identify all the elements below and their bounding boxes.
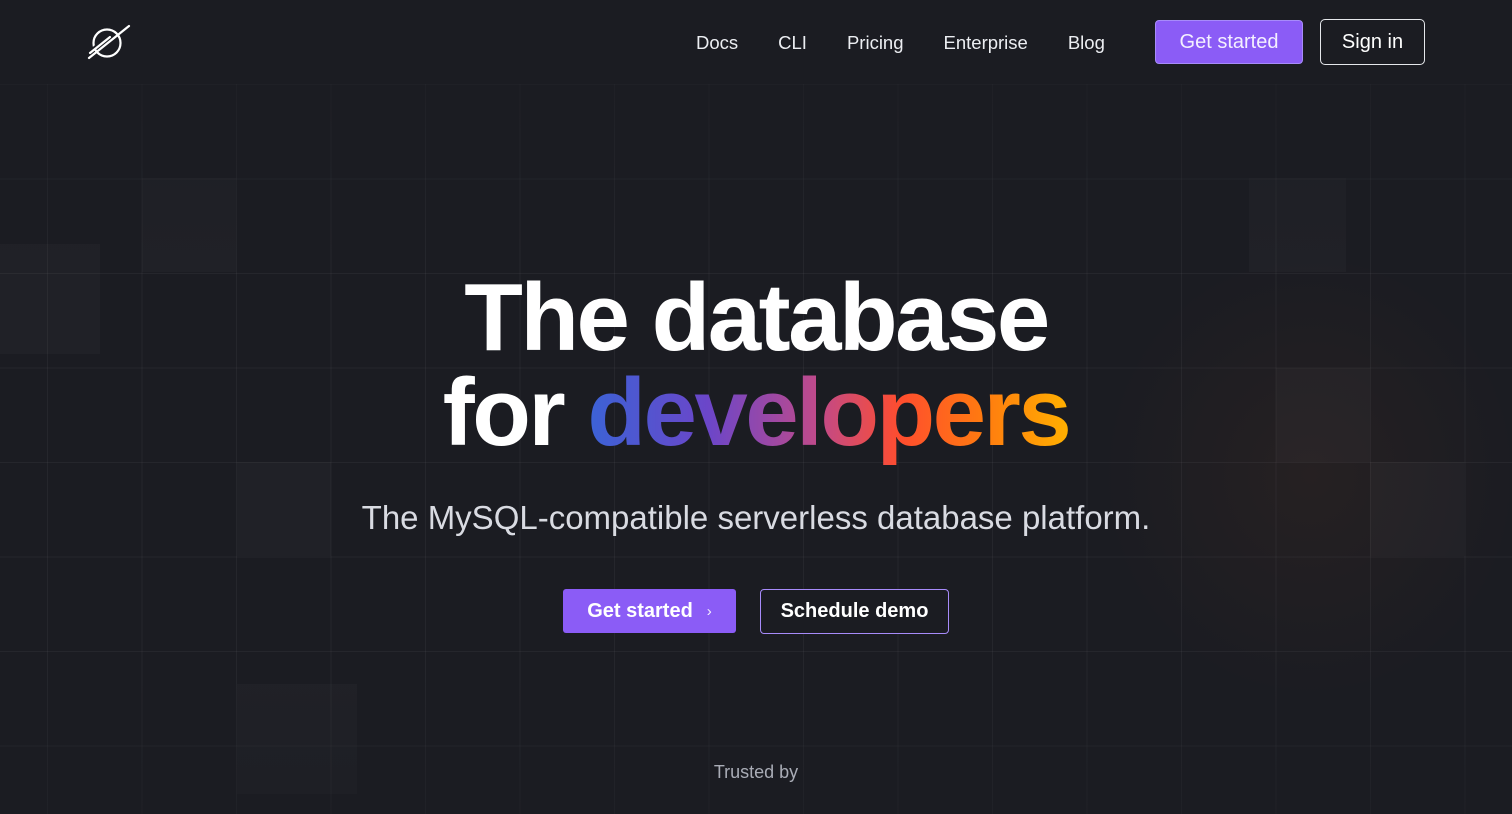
logo-icon[interactable]	[86, 24, 132, 60]
landing-page: Docs CLI Pricing Enterprise Blog Get sta…	[0, 0, 1512, 814]
nav-link-pricing[interactable]: Pricing	[827, 30, 924, 56]
trusted-by-label: Trusted by	[713, 762, 799, 782]
hero-subtitle: The MySQL-compatible serverless database…	[361, 499, 1151, 536]
hero-title-highlight: developers	[587, 359, 1071, 466]
top-navigation: Docs CLI Pricing Enterprise Blog Get sta…	[0, 0, 1512, 84]
hero-title-line-1: The database	[464, 264, 1050, 371]
nav-link-cli[interactable]: CLI	[758, 30, 827, 56]
hero-get-started-label: Get started	[587, 599, 693, 622]
nav-link-enterprise[interactable]: Enterprise	[924, 30, 1048, 56]
hero-title: The database for developers	[0, 264, 1512, 461]
schedule-demo-button[interactable]: Schedule demo	[760, 589, 949, 634]
chevron-right-icon: ›	[706, 602, 712, 620]
nav-link-docs[interactable]: Docs	[676, 30, 758, 56]
hero-title-line-2: for developers	[0, 365, 1512, 461]
nav-get-started-button[interactable]: Get started	[1155, 20, 1303, 64]
nav-link-blog[interactable]: Blog	[1048, 30, 1125, 56]
nav-links: Docs CLI Pricing Enterprise Blog	[676, 30, 1125, 56]
hero-get-started-button[interactable]: Get started ›	[563, 589, 736, 633]
hero-title-prefix: for	[442, 359, 588, 466]
sign-in-button[interactable]: Sign in	[1320, 19, 1425, 65]
